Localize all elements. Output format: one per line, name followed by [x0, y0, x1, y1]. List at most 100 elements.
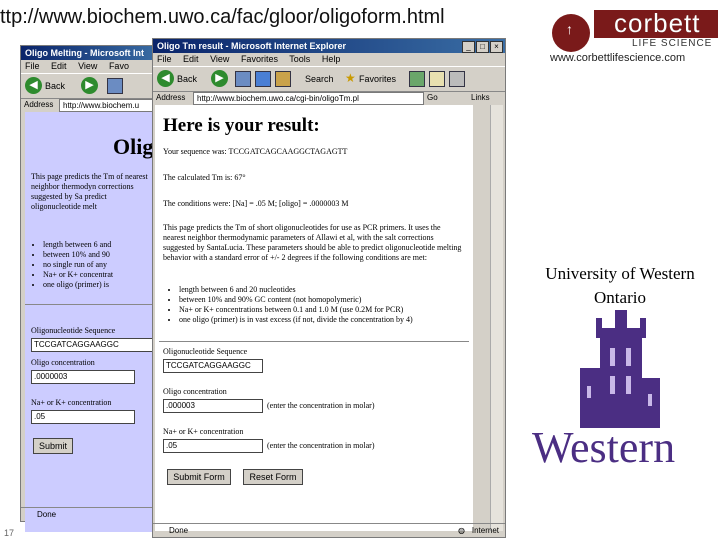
maximize-icon[interactable]: □ — [476, 41, 489, 53]
list-item: between 10% and 90% GC content (not homo… — [179, 295, 473, 305]
western-wordmark: Western — [532, 423, 676, 472]
menu-favorites[interactable]: Favo — [109, 61, 129, 71]
back-window-menubar: File Edit View Favo — [21, 60, 161, 73]
home-icon[interactable] — [275, 71, 291, 87]
list-item: one oligo (primer) is — [43, 280, 157, 290]
stop-icon[interactable] — [235, 71, 251, 87]
list-item: no single run of any — [43, 260, 157, 270]
list-item: Na+ or K+ concentrations between 0.1 and… — [179, 305, 473, 315]
back-concentration-input[interactable]: .0000003 — [31, 370, 135, 384]
tm-result: The calculated Tm is: 67° — [163, 173, 246, 182]
front-address-input[interactable]: http://www.biochem.uwo.ca/cgi-bin/oligoT… — [193, 92, 424, 105]
print-icon[interactable] — [449, 71, 465, 87]
na-concentration-input[interactable]: .05 — [163, 439, 263, 453]
back-page-intro: This page predicts the Tm of nearest nei… — [31, 172, 148, 211]
back-na-label: Na+ or K+ concentration — [31, 398, 112, 407]
back-button-label[interactable]: Back — [177, 74, 197, 84]
front-window-menubar: File Edit View Favorites Tools Help — [153, 53, 505, 66]
back-conditions-list: length between 6 and between 10% and 90 … — [29, 240, 157, 290]
sequence-input[interactable]: TCCGATCAGGAAGGC — [163, 359, 263, 373]
zone-text: Internet — [471, 526, 499, 535]
western-tower-icon — [580, 310, 660, 428]
corbett-subtitle: LIFE SCIENCE — [632, 38, 713, 49]
forward-arrow-icon[interactable]: ▶ — [81, 77, 98, 94]
front-window-titlebar[interactable]: Oligo Tm result - Microsoft Internet Exp… — [153, 39, 505, 53]
list-item: length between 6 and — [43, 240, 157, 250]
back-address-input[interactable]: http://www.biochem.u — [59, 99, 160, 112]
corbett-url: www.corbettlifescience.com — [550, 52, 686, 64]
favorites-star-icon[interactable]: ★ — [345, 71, 356, 85]
reset-form-button[interactable]: Reset Form — [243, 469, 303, 485]
list-item: one oligo (primer) is in vast excess (if… — [179, 315, 473, 325]
menu-view[interactable]: View — [78, 61, 97, 71]
vertical-scrollbar[interactable] — [490, 105, 503, 531]
links-button[interactable]: Links — [471, 91, 490, 105]
back-button-label[interactable]: Back — [45, 81, 65, 91]
list-item: between 10% and 90 — [43, 250, 157, 260]
address-label: Address — [156, 93, 186, 102]
front-page-content: Here is your result: Your sequence was: … — [155, 105, 473, 531]
slide-number: 17 — [4, 528, 15, 538]
back-submit-button[interactable]: Submit — [33, 438, 73, 454]
university-name: University of Western Ontario — [545, 264, 695, 307]
divider — [159, 341, 469, 342]
corbett-name: corbett — [614, 8, 701, 38]
menu-tools[interactable]: Tools — [289, 54, 310, 64]
front-browser-window[interactable]: Oligo Tm result - Microsoft Internet Exp… — [152, 38, 506, 538]
front-status-bar: Done ◍ Internet — [153, 523, 505, 537]
description-text: This page predicts the Tm of short oligo… — [163, 223, 462, 262]
stop-icon[interactable] — [107, 78, 123, 94]
concentration-input[interactable]: .000003 — [163, 399, 263, 413]
list-item: length between 6 and 20 nucleotides — [179, 285, 473, 295]
front-window-title: Oligo Tm result - Microsoft Internet Exp… — [157, 41, 347, 51]
back-window-toolbar: ◀ Back ▶ — [21, 73, 161, 99]
address-label: Address — [24, 100, 54, 109]
favorites-button[interactable]: Favorites — [359, 74, 396, 84]
back-page-heading: Olig — [113, 134, 154, 159]
menu-edit[interactable]: Edit — [51, 61, 67, 71]
back-status-bar: Done — [21, 507, 161, 521]
submit-form-button[interactable]: Submit Form — [167, 469, 231, 485]
front-window-toolbar: ◀ Back ▶ Search ★ Favorites — [153, 66, 505, 92]
conditions-list: length between 6 and 20 nucleotides betw… — [165, 285, 473, 325]
menu-favorites[interactable]: Favorites — [241, 54, 278, 64]
front-address-bar: Address http://www.biochem.uwo.ca/cgi-bi… — [153, 91, 505, 105]
search-button[interactable]: Search — [305, 74, 334, 84]
forward-arrow-icon[interactable]: ▶ — [211, 70, 228, 87]
back-arrow-icon[interactable]: ◀ — [25, 77, 42, 94]
back-window-titlebar[interactable]: Oligo Melting - Microsoft Int — [21, 46, 161, 60]
back-browser-window[interactable]: Oligo Melting - Microsoft Int File Edit … — [20, 45, 162, 532]
list-item: Na+ or K+ concentrat — [43, 270, 157, 280]
concentration-hint: (enter the concentration in molar) — [267, 401, 375, 410]
back-na-input[interactable]: .05 — [31, 410, 135, 424]
result-heading: Here is your result: — [163, 115, 320, 136]
na-label: Na+ or K+ concentration — [163, 427, 244, 436]
concentration-label: Oligo concentration — [163, 387, 227, 396]
menu-file[interactable]: File — [157, 54, 172, 64]
back-sequence-input[interactable]: TCCGATCAGGAAGGC — [31, 338, 157, 352]
minimize-icon[interactable]: _ — [462, 41, 475, 53]
sequence-result: Your sequence was: TCCGATCAGCAAGGCTAGAGT… — [163, 147, 348, 156]
divider — [25, 304, 157, 305]
menu-view[interactable]: View — [210, 54, 229, 64]
mail-icon[interactable] — [429, 71, 445, 87]
back-conc-label: Oligo concentration — [31, 358, 95, 367]
history-icon[interactable] — [409, 71, 425, 87]
menu-help[interactable]: Help — [322, 54, 341, 64]
slide-url-title: ttp://www.biochem.uwo.ca/fac/gloor/oligo… — [0, 6, 445, 28]
back-arrow-icon[interactable]: ◀ — [157, 70, 174, 87]
go-button[interactable]: Go — [427, 91, 438, 105]
globe-icon: ◍ — [458, 526, 465, 535]
back-seq-label: Oligonucleotide Sequence — [31, 326, 116, 335]
close-icon[interactable]: × — [490, 41, 503, 53]
na-hint: (enter the concentration in molar) — [267, 441, 375, 450]
menu-edit[interactable]: Edit — [183, 54, 199, 64]
back-page-content: Olig This page predicts the Tm of neares… — [25, 112, 157, 532]
menu-file[interactable]: File — [25, 61, 40, 71]
seq-label: Oligonucleotide Sequence — [163, 347, 248, 356]
back-address-bar: Address http://www.biochem.u — [21, 98, 161, 112]
refresh-icon[interactable] — [255, 71, 271, 87]
corbett-logo-icon: ↑ — [552, 14, 590, 52]
conditions-result: The conditions were: [Na] = .05 M; [olig… — [163, 199, 349, 208]
status-text: Done — [169, 526, 189, 535]
